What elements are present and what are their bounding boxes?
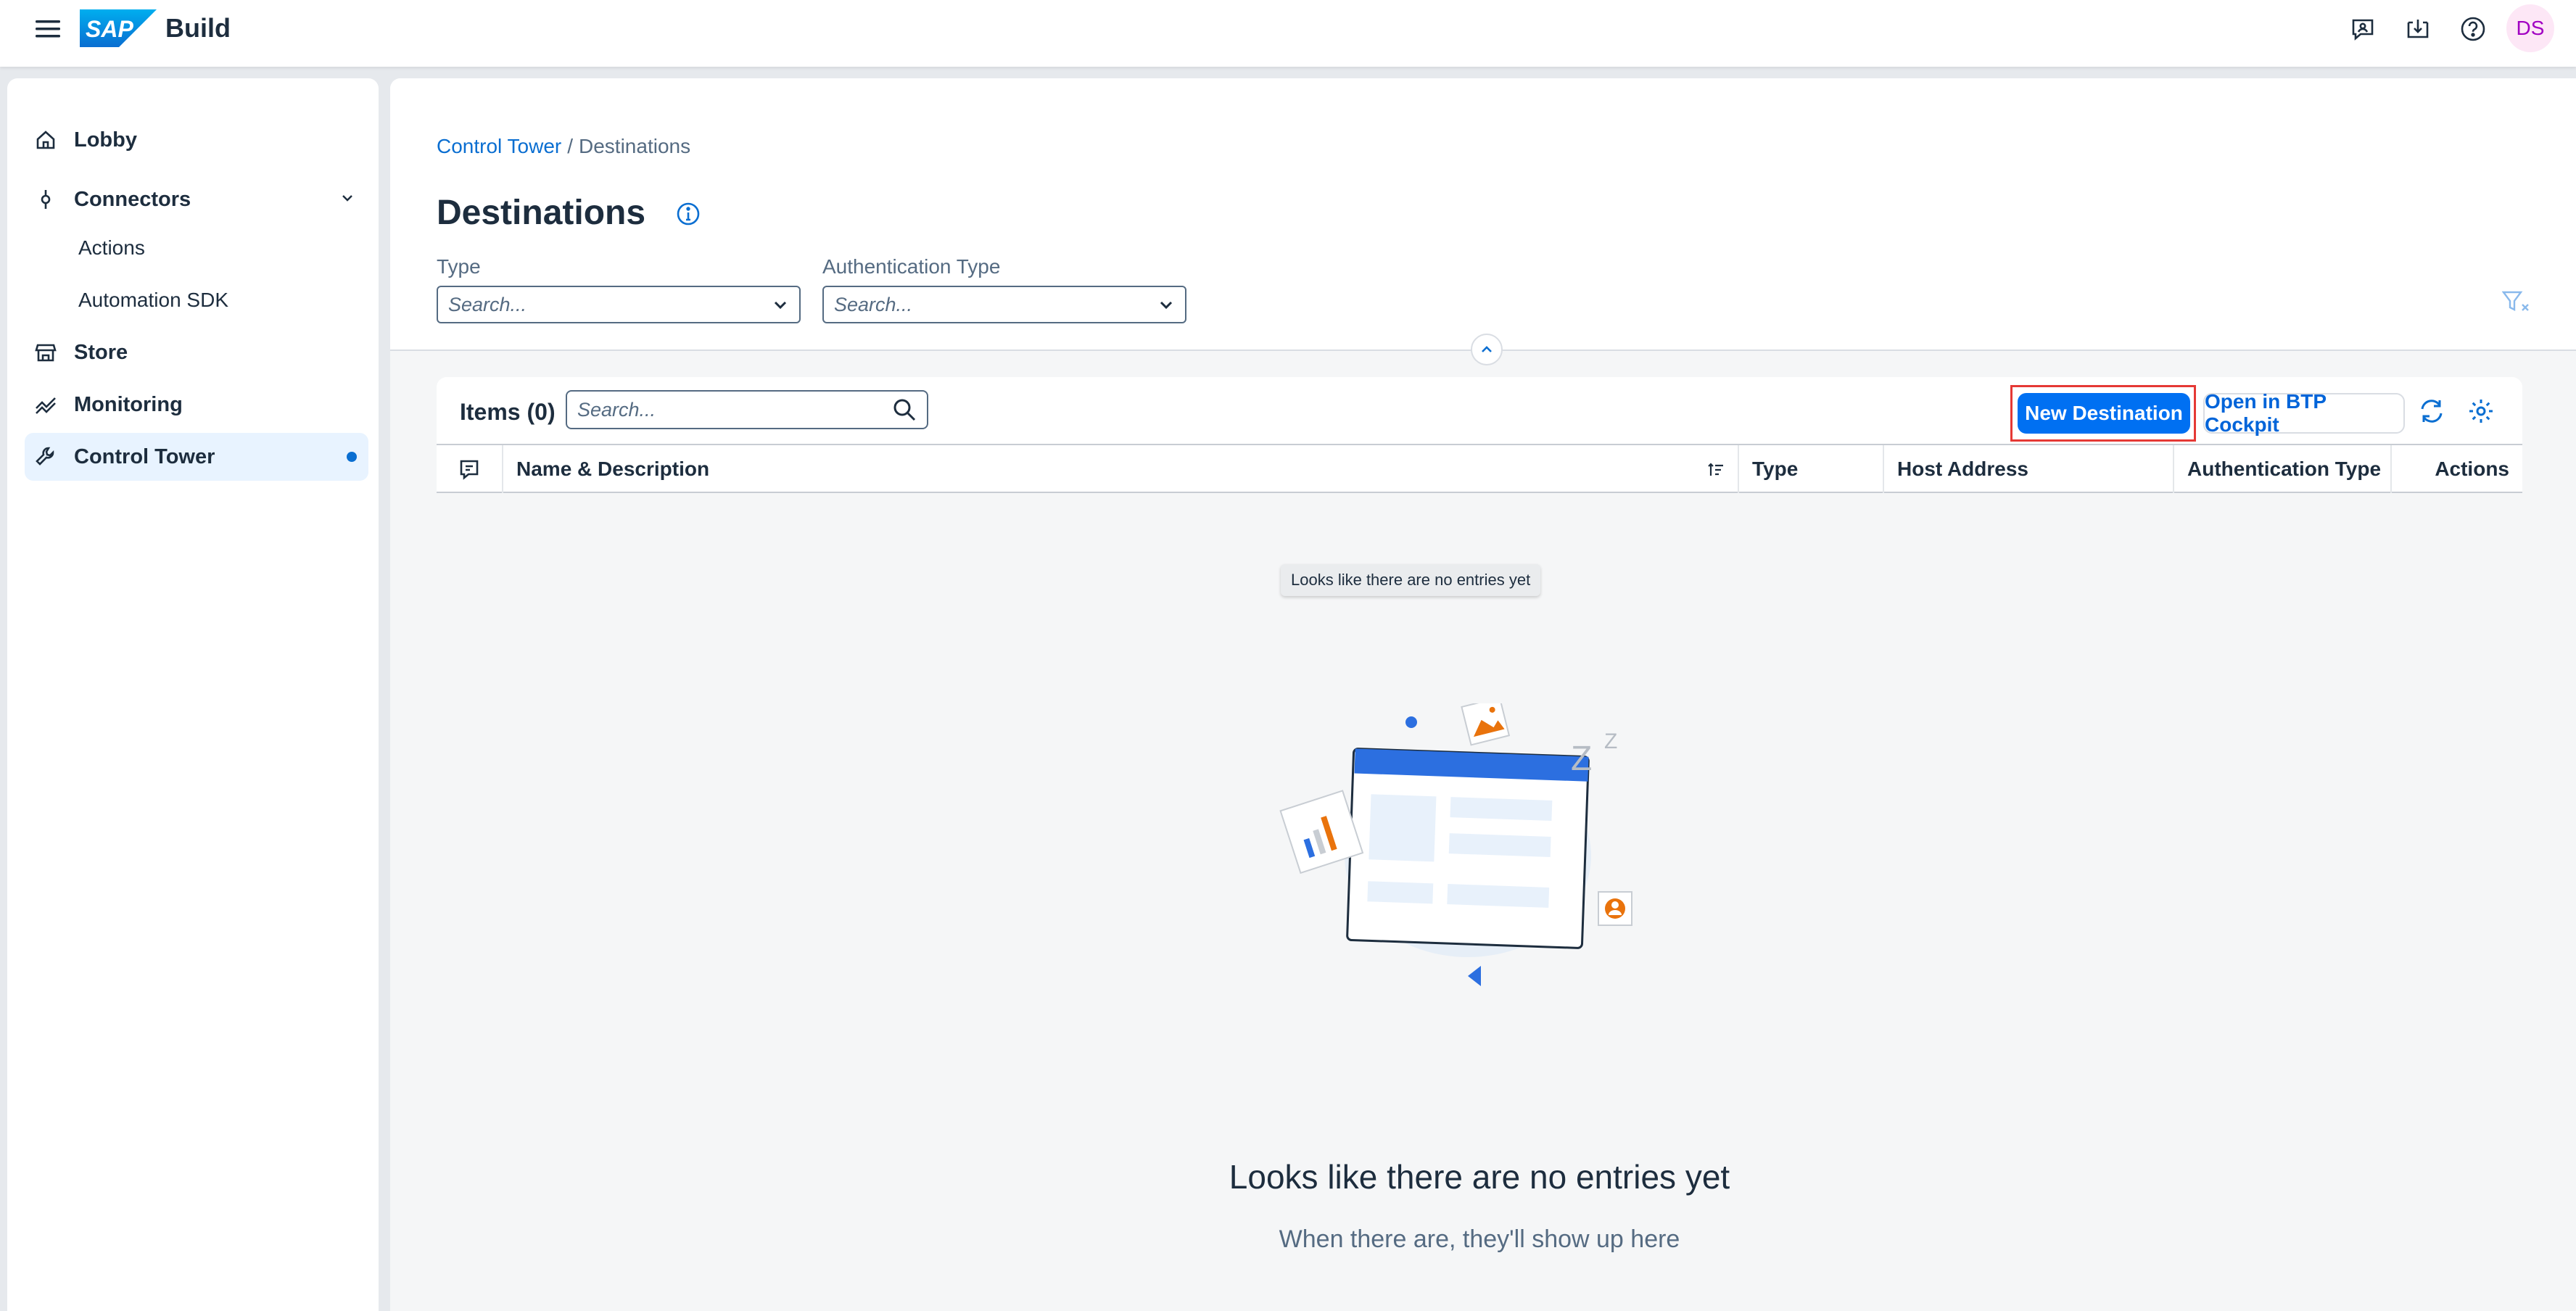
notifications-icon[interactable] <box>2396 7 2440 51</box>
settings-icon[interactable] <box>2467 397 2495 429</box>
menu-icon[interactable] <box>26 7 70 51</box>
sidebar-item-connectors[interactable]: Connectors <box>25 175 368 223</box>
chevron-up-icon <box>1482 346 1492 352</box>
table-search-placeholder: Search... <box>577 398 656 421</box>
destinations-table: Items (0) Search... New Destination Open… <box>437 377 2522 1311</box>
auth-filter-placeholder: Search... <box>834 293 913 315</box>
breadcrumb: Control Tower / Destinations <box>437 135 690 158</box>
new-destination-button[interactable]: New Destination <box>2018 393 2190 434</box>
column-label: Authentication Type <box>2187 458 2382 480</box>
selected-indicator <box>347 452 357 462</box>
details-icon <box>460 460 479 480</box>
column-label: Type <box>1752 458 1799 480</box>
collapse-header-button[interactable] <box>1471 334 1503 365</box>
clear-filters-icon[interactable] <box>2501 290 2530 318</box>
table-toolbar: Items (0) Search... New Destination Open… <box>437 377 2522 444</box>
auth-filter-label: Authentication Type <box>822 255 1001 278</box>
wrench-icon <box>29 446 62 468</box>
column-host-address[interactable]: Host Address <box>1884 445 2174 493</box>
sidebar-item-automation-sdk[interactable]: Automation SDK <box>78 283 228 318</box>
svg-text:Z: Z <box>1604 729 1617 753</box>
sidebar-item-label: Control Tower <box>74 444 215 468</box>
chevron-down-icon <box>774 301 787 310</box>
side-navigation: Lobby Connectors Actions Automation SDK … <box>7 78 379 1311</box>
select-column[interactable] <box>437 445 503 493</box>
feedback-icon[interactable] <box>2341 7 2385 51</box>
items-count: Items (0) <box>460 399 556 425</box>
svg-text:SAP: SAP <box>86 16 133 42</box>
info-icon[interactable] <box>676 202 701 230</box>
open-btp-cockpit-button[interactable]: Open in BTP Cockpit <box>2203 390 2405 436</box>
main-content: Control Tower / Destinations Destination… <box>390 78 2576 1311</box>
monitoring-icon <box>29 394 62 415</box>
sidebar-item-label: Store <box>74 340 128 364</box>
auth-filter-select[interactable]: Search... <box>822 286 1186 323</box>
connector-icon <box>29 189 62 210</box>
store-icon <box>29 342 62 363</box>
shell-bar: SAP Build DS <box>0 0 2576 67</box>
sidebar-item-monitoring[interactable]: Monitoring <box>25 381 368 429</box>
breadcrumb-current: Destinations <box>579 135 691 157</box>
sort-ascending-icon[interactable] <box>1707 461 1725 479</box>
product-name: Build <box>165 13 231 43</box>
column-authentication-type[interactable]: Authentication Type <box>2174 445 2392 493</box>
chevron-down-icon[interactable] <box>339 190 355 210</box>
sidebar-item-lobby[interactable]: Lobby <box>25 116 368 164</box>
column-name-description[interactable]: Name & Description <box>503 445 1739 493</box>
empty-state-subtitle: When there are, they'll show up here <box>1279 1225 1680 1253</box>
column-label: Actions <box>2435 458 2509 480</box>
column-label: Name & Description <box>516 458 710 480</box>
page-title: Destinations <box>437 194 646 232</box>
type-filter-select[interactable]: Search... <box>437 286 801 323</box>
type-filter-placeholder: Search... <box>448 293 527 315</box>
empty-state-title: Looks like there are no entries yet <box>1229 1158 1730 1196</box>
avatar[interactable]: DS <box>2506 4 2554 52</box>
sidebar-item-store[interactable]: Store <box>25 328 368 376</box>
column-actions[interactable]: Actions <box>2392 445 2522 493</box>
empty-state-tooltip: Looks like there are no entries yet <box>1281 564 1541 596</box>
sidebar-item-actions[interactable]: Actions <box>78 231 145 265</box>
refresh-icon[interactable] <box>2418 397 2445 429</box>
column-type[interactable]: Type <box>1739 445 1884 493</box>
help-icon[interactable] <box>2451 7 2495 51</box>
sidebar-item-label: Connectors <box>74 187 191 211</box>
type-filter-label: Type <box>437 255 481 278</box>
empty-state-illustration: Z Z <box>1250 696 1656 1008</box>
home-icon <box>29 129 62 151</box>
column-label: Host Address <box>1897 458 2029 480</box>
table-search-input[interactable]: Search... <box>566 390 928 429</box>
sidebar-item-label: Monitoring <box>74 392 183 416</box>
breadcrumb-separator: / <box>567 135 574 157</box>
chevron-down-icon <box>1160 301 1173 310</box>
svg-text:Z: Z <box>1571 740 1592 778</box>
sap-logo[interactable]: SAP <box>80 9 157 47</box>
sidebar-item-control-tower[interactable]: Control Tower <box>25 433 368 481</box>
sidebar-item-label: Lobby <box>74 128 137 152</box>
table-header-row: Name & Description Type Host Address Aut… <box>437 444 2522 493</box>
search-icon[interactable] <box>892 397 917 422</box>
page-header: Control Tower / Destinations Destination… <box>390 78 2576 365</box>
breadcrumb-link[interactable]: Control Tower <box>437 135 561 158</box>
